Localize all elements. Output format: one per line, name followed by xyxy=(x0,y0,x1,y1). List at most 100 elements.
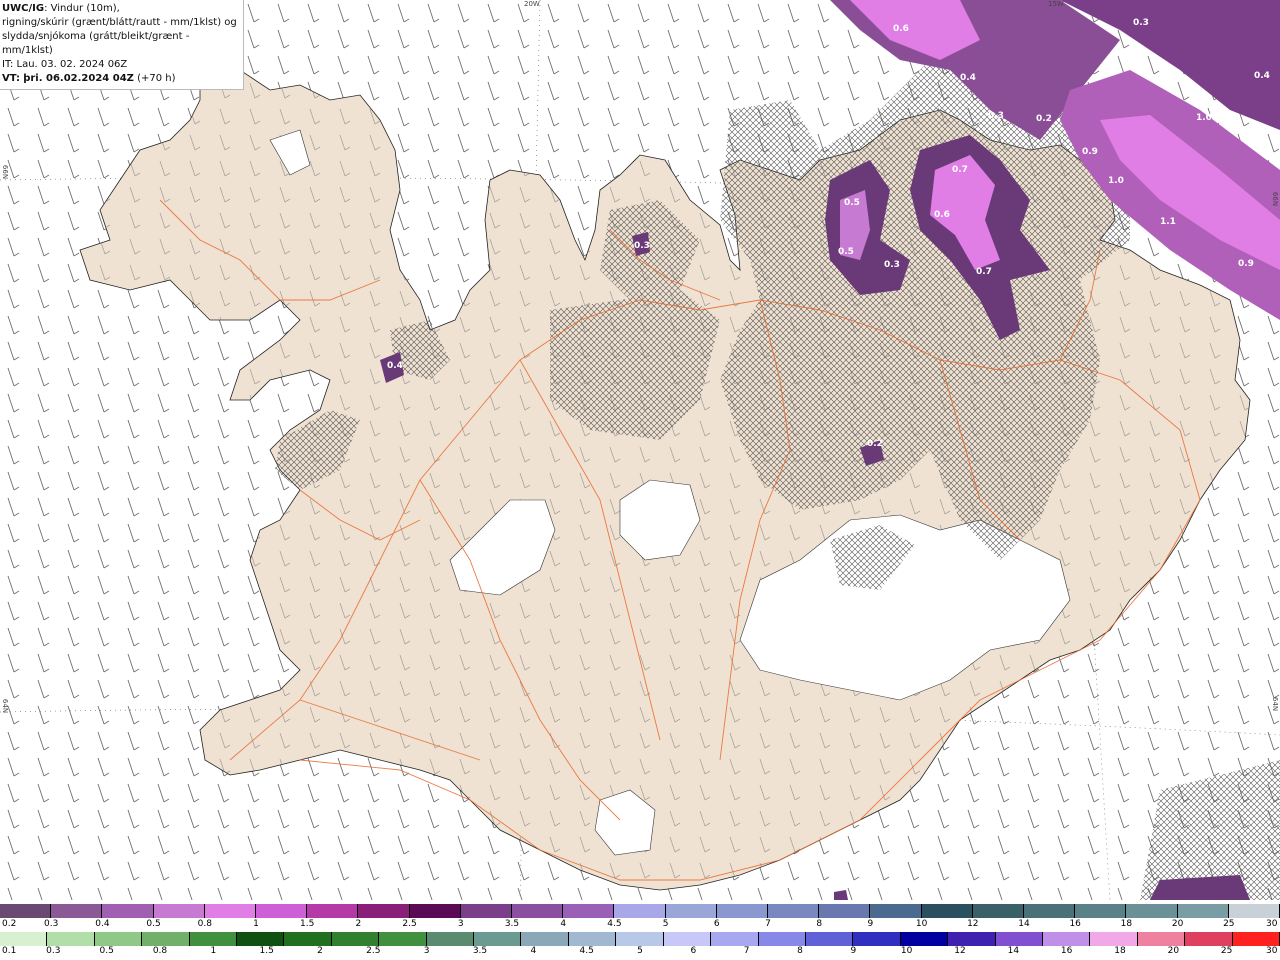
legend-label: 10 xyxy=(900,946,913,956)
legend-label: 16 xyxy=(1069,919,1081,929)
legend-label: 12 xyxy=(967,919,979,929)
legend-label: 18 xyxy=(1114,946,1126,956)
contour-label: 0.3 xyxy=(884,260,900,270)
legend-label: 2.5 xyxy=(366,946,381,956)
legend-swatch xyxy=(805,932,854,946)
map-info-box: UWC/IG: Vindur (10m), rigning/skúrir (gr… xyxy=(0,0,244,90)
legend-label: 6 xyxy=(713,919,720,929)
legend-swatch xyxy=(189,932,238,946)
legend-label: 1 xyxy=(210,946,217,956)
legend-area: 0.2 0.3 0.4 0.5 0.8 1 1.5 2 2.5 3 3.5 4 4.5 5 6 7 8 9 10 12… xyxy=(0,900,1280,960)
info-title: UWC/IG: Vindur (10m), xyxy=(2,2,240,16)
contour-label: 0.3 xyxy=(988,111,1004,121)
legend-swatch xyxy=(379,932,427,946)
legend-label: 3 xyxy=(423,946,430,956)
lat-label-66n-left: 66N xyxy=(1,164,10,180)
legend-swatch xyxy=(94,932,143,946)
legend-label: 9 xyxy=(867,919,874,929)
legend-swatch xyxy=(616,932,664,946)
legend-label: 4 xyxy=(530,946,537,956)
legend-swatch xyxy=(307,904,359,918)
rain-legend-colorbar xyxy=(0,932,1280,946)
legend-swatch xyxy=(460,904,512,918)
lon-label-15w: 15W xyxy=(1048,0,1064,8)
legend-label: 2 xyxy=(355,919,362,929)
legend-label: 0.8 xyxy=(152,946,168,956)
legend-swatch xyxy=(853,932,901,946)
legend-swatch xyxy=(153,904,205,918)
legend-swatch xyxy=(409,904,461,918)
legend-label: 0.4 xyxy=(95,919,110,929)
legend-label: 14 xyxy=(1018,919,1030,929)
lat-label-64n-left: 64N xyxy=(1,698,10,714)
contour-label: 0.3 xyxy=(1133,18,1149,28)
legend-swatch xyxy=(711,932,759,946)
lon-label-20w: 20W xyxy=(524,0,540,8)
legend-swatch xyxy=(716,904,768,918)
legend-label: 9 xyxy=(850,946,857,956)
contour-label: 0.7 xyxy=(976,267,992,277)
legend-swatch xyxy=(568,932,617,946)
legend-swatch xyxy=(1042,932,1091,946)
legend-label: 2.5 xyxy=(402,919,417,929)
vt-value: þri. 06.02.2024 04Z xyxy=(23,73,134,84)
legend-label: 4 xyxy=(560,919,567,929)
legend-swatch xyxy=(1126,904,1178,918)
legend-label: 12 xyxy=(954,946,966,956)
weather-map[interactable]: 0.6 0.3 0.4 0.3 0.2 0.4 1.0 0.9 1.0 1.1 … xyxy=(0,0,1280,900)
legend-label: 6 xyxy=(690,946,697,956)
legend-label: 5 xyxy=(637,946,643,956)
legend-label: 3.5 xyxy=(472,946,488,956)
rain-legend-labels: 0.1 0.3 0.5 0.8 1 1.5 2 2.5 3 3.5 4 4.5 5 6 7 8 9 10 12 14 1… xyxy=(0,946,1280,960)
legend-label: 2 xyxy=(317,946,323,956)
legend-swatch xyxy=(237,932,285,946)
vt-offset: (+70 h) xyxy=(137,73,176,84)
legend-label: 4.5 xyxy=(607,919,622,929)
lat-label-66n-right: 66N xyxy=(1271,191,1280,207)
legend-swatch xyxy=(900,932,949,946)
legend-swatch xyxy=(1024,904,1076,918)
legend-swatch xyxy=(870,904,922,918)
legend-label: 8 xyxy=(816,919,823,929)
legend-swatch xyxy=(474,932,522,946)
legend-swatch xyxy=(512,904,564,918)
contour-label: 0.6 xyxy=(893,24,909,34)
contour-label: 0.3 xyxy=(634,241,650,251)
contour-label: 1.1 xyxy=(1160,217,1176,227)
legend-swatch xyxy=(768,904,820,918)
legend-swatch xyxy=(614,904,666,918)
legend-swatch xyxy=(1228,904,1280,918)
legend-label: 25 xyxy=(1220,946,1233,956)
legend-swatch xyxy=(995,932,1043,946)
legend-label: 5 xyxy=(662,919,669,929)
initial-time: IT: Lau. 03. 02. 2024 06Z xyxy=(2,59,128,70)
legend-label: 18 xyxy=(1120,919,1133,929)
legend-label: 4.5 xyxy=(579,946,594,956)
contour-label: 0.2 xyxy=(867,439,883,449)
legend-label: 3 xyxy=(457,919,464,929)
info-line1: : Vindur (10m), xyxy=(44,3,120,14)
model-name: UWC/IG xyxy=(2,3,45,14)
legend-label: 0.1 xyxy=(2,946,17,956)
legend-label: 0.5 xyxy=(99,946,114,956)
legend-swatch xyxy=(972,904,1024,918)
legend-swatch xyxy=(331,932,380,946)
info-line3: slydda/snjókoma (grátt/bleikt/grænt - mm… xyxy=(2,31,190,56)
contour-label: 0.9 xyxy=(1082,147,1098,157)
legend-label: 20 xyxy=(1167,946,1180,956)
legend-swatch xyxy=(0,904,52,918)
contour-label: 1.0 xyxy=(1196,113,1212,123)
contour-label: 0.5 xyxy=(838,247,854,257)
legend-label: 0.8 xyxy=(197,919,212,929)
contour-label: 0.7 xyxy=(952,165,968,175)
contour-label: 0.4 xyxy=(387,361,403,371)
snow-legend-labels: 0.2 0.3 0.4 0.5 0.8 1 1.5 2 2.5 3 3.5 4 4.5 5 6 7 8 9 10 12… xyxy=(0,919,1280,933)
legend-swatch xyxy=(102,904,154,918)
legend-label: 16 xyxy=(1060,946,1073,956)
legend-label: 1.5 xyxy=(259,946,274,956)
legend-swatch xyxy=(1090,932,1138,946)
snow-legend-colorbar xyxy=(0,904,1280,918)
legend-label: 25 xyxy=(1223,919,1235,929)
legend-label: 30 xyxy=(1266,946,1278,956)
legend-swatch xyxy=(426,932,475,946)
